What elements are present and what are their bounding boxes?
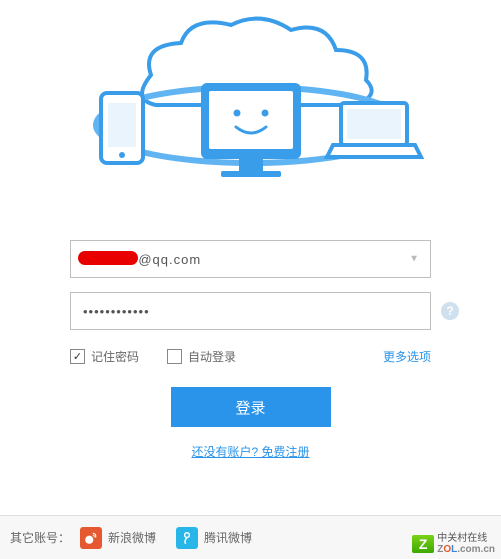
more-options-link[interactable]: 更多选项 [383, 348, 431, 365]
password-input[interactable] [70, 292, 431, 330]
tencent-weibo-label: 腾讯微博 [204, 529, 252, 546]
register-link[interactable]: 还没有账户? 免费注册 [70, 443, 431, 460]
other-accounts-label: 其它账号： [10, 529, 70, 546]
zol-watermark: Z 中关村在线 ZOL.com.cn [412, 533, 495, 555]
watermark-line2: ZOL.com.cn [437, 544, 495, 555]
watermark-line1: 中关村在线 [437, 533, 495, 544]
tencent-weibo-icon [176, 527, 198, 549]
tencent-weibo-login[interactable]: 腾讯微博 [176, 527, 252, 549]
weibo-icon [80, 527, 102, 549]
login-form: ▼ ? 记住密码 自动登录 更多选项 登录 还没有账户? 免费注册 [0, 210, 501, 472]
remember-password-checkbox[interactable]: 记住密码 [70, 348, 139, 365]
cloud-devices-illustration [0, 0, 501, 210]
chevron-down-icon[interactable]: ▼ [409, 254, 419, 265]
auto-login-checkbox[interactable]: 自动登录 [167, 348, 236, 365]
remember-password-label: 记住密码 [91, 348, 139, 365]
sina-weibo-login[interactable]: 新浪微博 [80, 527, 156, 549]
sina-weibo-label: 新浪微博 [108, 529, 156, 546]
checkbox-icon [167, 349, 182, 364]
checkbox-icon [70, 349, 85, 364]
help-icon[interactable]: ? [441, 302, 459, 320]
redaction-mark [78, 251, 138, 265]
login-button[interactable]: 登录 [171, 387, 331, 427]
auto-login-label: 自动登录 [188, 348, 236, 365]
